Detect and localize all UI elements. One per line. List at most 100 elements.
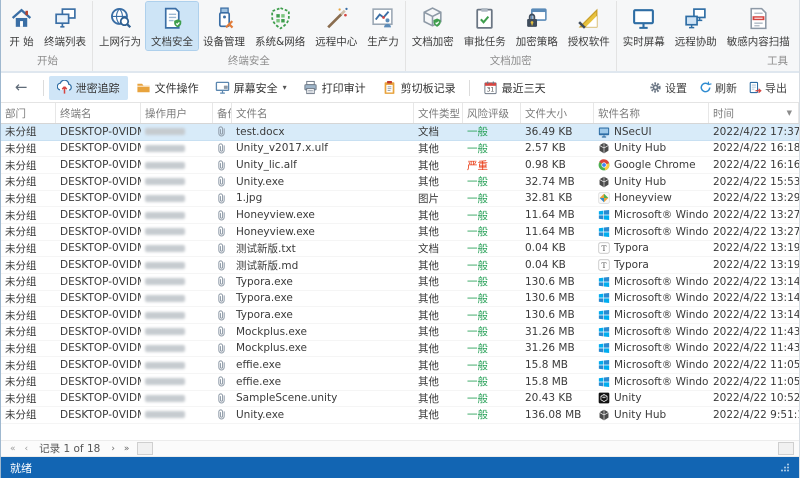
cell-type: 其他 bbox=[414, 174, 463, 190]
cell-app: NSecUI bbox=[594, 124, 709, 140]
table-row[interactable]: 未分组 DESKTOP-0VIDMDJ Honeyview.exe 其他 一般 11.64… bbox=[1, 223, 799, 241]
cell-user bbox=[141, 324, 213, 340]
column-header-backup[interactable]: 备份 bbox=[213, 103, 232, 123]
clipboard-record-icon bbox=[382, 80, 397, 95]
table-row[interactable]: 未分组 DESKTOP-0VIDMDJ effie.exe 其他 一般 15.8 MB Mi… bbox=[1, 373, 799, 391]
paperclip-icon[interactable] bbox=[215, 309, 228, 322]
ribbon-item-doc-security[interactable]: 文档安全 bbox=[145, 1, 199, 51]
paperclip-icon[interactable] bbox=[215, 375, 228, 388]
paperclip-icon[interactable] bbox=[215, 192, 228, 205]
cell-file: Typora.exe bbox=[232, 307, 414, 323]
ribbon-item-licensed-software[interactable]: 授权软件 bbox=[563, 2, 615, 50]
paperclip-icon[interactable] bbox=[215, 259, 228, 272]
action-refresh[interactable]: 刷新 bbox=[693, 77, 743, 99]
ribbon-item-terminal-list[interactable]: 终端列表 bbox=[39, 2, 91, 50]
column-header-app[interactable]: 软件名称 bbox=[594, 103, 709, 123]
paperclip-icon[interactable] bbox=[215, 209, 228, 222]
cell-risk: 一般 bbox=[463, 374, 521, 390]
risk-level-badge: 一般 bbox=[467, 326, 488, 339]
table-row[interactable]: 未分组 DESKTOP-0VIDMDJ test.docx 文档 一般 36.49 KB N… bbox=[1, 124, 799, 141]
ribbon-item-system-network[interactable]: 系统&网络 bbox=[250, 2, 310, 50]
pager-prev-button[interactable]: ‹ bbox=[21, 444, 33, 454]
column-header-time[interactable]: 时间 ▼ bbox=[709, 103, 799, 123]
table-row[interactable]: 未分组 DESKTOP-0VIDMDJ Typora.exe 其他 一般 130.6 MB… bbox=[1, 307, 799, 324]
paperclip-icon[interactable] bbox=[215, 225, 228, 238]
cell-terminal: DESKTOP-0VIDMDJ bbox=[56, 174, 141, 190]
paperclip-icon[interactable] bbox=[215, 125, 228, 138]
cell-text-dept: 未分组 bbox=[5, 342, 37, 355]
paperclip-icon[interactable] bbox=[215, 325, 228, 338]
toolbar-tab-file-operation[interactable]: 文件操作 bbox=[128, 76, 207, 100]
paperclip-icon[interactable] bbox=[215, 359, 228, 372]
filter-arrow-icon[interactable]: ▼ bbox=[787, 109, 794, 117]
cell-app: Microsoft® Windows® Oper... bbox=[594, 324, 709, 340]
back-arrow-icon[interactable]: ← bbox=[7, 78, 38, 98]
paperclip-icon[interactable] bbox=[215, 275, 228, 288]
table-row[interactable]: 未分组 DESKTOP-0VIDMDJ SampleScene.unity 其他 一般 2… bbox=[1, 390, 799, 408]
column-header-user[interactable]: 操作用户 bbox=[141, 103, 213, 123]
column-header-file[interactable]: 文件名 bbox=[232, 103, 414, 123]
ribbon-item-productivity[interactable]: 生产力 bbox=[362, 2, 404, 50]
paperclip-icon[interactable] bbox=[215, 392, 228, 405]
cell-type: 其他 bbox=[414, 374, 463, 390]
cell-text-file: SampleScene.unity bbox=[236, 392, 338, 405]
table-row[interactable]: 未分组 DESKTOP-0VIDMDJ 测试新版.txt 文档 一般 0.04 KB T Ty… bbox=[1, 240, 799, 258]
action-settings[interactable]: 设置 bbox=[643, 77, 693, 99]
column-header-type[interactable]: 文件类型 bbox=[414, 103, 463, 123]
cell-text-terminal: DESKTOP-0VIDMDJ bbox=[60, 209, 141, 222]
cell-dept: 未分组 bbox=[1, 324, 56, 340]
column-header-label: 文件名 bbox=[236, 107, 268, 120]
table-row[interactable]: 未分组 DESKTOP-0VIDMDJ 1.jpg 图片 一般 32.81 KB Honey… bbox=[1, 190, 799, 208]
ribbon-item-device-manage[interactable]: 设备管理 bbox=[198, 2, 250, 50]
column-header-size[interactable]: 文件大小 bbox=[521, 103, 594, 123]
cell-user bbox=[141, 141, 213, 157]
date-filter-button[interactable]: 31 最近三天 bbox=[475, 76, 554, 100]
column-header-dept[interactable]: 部门 bbox=[1, 103, 56, 123]
paperclip-icon[interactable] bbox=[215, 242, 228, 255]
ribbon-item-encrypt-policy[interactable]: 加密策略 bbox=[511, 2, 563, 50]
table-row[interactable]: 未分组 DESKTOP-0VIDMDJ Unity.exe 其他 一般 136.08 MB… bbox=[1, 407, 799, 424]
column-header-risk[interactable]: 风险评级 bbox=[463, 103, 521, 123]
action-export[interactable]: 导出 bbox=[743, 77, 793, 99]
toolbar-tab-screen-security[interactable]: 屏幕安全 ▾ bbox=[207, 76, 295, 100]
table-row[interactable]: 未分组 DESKTOP-0VIDMDJ Honeyview.exe 其他 一般 11.64… bbox=[1, 207, 799, 224]
table-row[interactable]: 未分组 DESKTOP-0VIDMDJ Mockplus.exe 其他 一般 31.26 … bbox=[1, 340, 799, 358]
table-row[interactable]: 未分组 DESKTOP-0VIDMDJ effie.exe 其他 一般 15.8 MB Mi… bbox=[1, 357, 799, 374]
toolbar-tab-print-audit[interactable]: 打印审计 bbox=[295, 76, 374, 100]
paperclip-icon[interactable] bbox=[215, 292, 228, 305]
table-row[interactable]: 未分组 DESKTOP-0VIDMDJ Mockplus.exe 其他 一般 31.26 … bbox=[1, 323, 799, 341]
ribbon-item-approval-task[interactable]: 审批任务 bbox=[459, 2, 511, 50]
pager-first-button[interactable]: « bbox=[6, 444, 20, 454]
pager-next-button[interactable]: › bbox=[107, 444, 119, 454]
paperclip-icon[interactable] bbox=[215, 408, 228, 421]
column-header-label: 风险评级 bbox=[467, 107, 509, 120]
column-header-terminal[interactable]: 终端名 bbox=[56, 103, 141, 123]
ribbon-item-library-template[interactable]: 库&模板 bbox=[795, 2, 800, 50]
ribbon-item-live-screen[interactable]: 实时屏幕 bbox=[618, 2, 670, 50]
ribbon-item-web-behavior[interactable]: 上网行为 bbox=[94, 2, 146, 50]
ribbon-item-home[interactable]: 开 始 bbox=[4, 2, 39, 50]
table-row[interactable]: 未分组 DESKTOP-0VIDMDJ 测试新版.md 其他 一般 0.04 KB T Typ… bbox=[1, 257, 799, 274]
paperclip-icon[interactable] bbox=[215, 175, 228, 188]
record-time: 2022/4/22 10:52:31 bbox=[713, 392, 799, 405]
ribbon-item-sensitive-scan[interactable]: 敏感内容扫描 bbox=[722, 2, 795, 50]
ribbon-item-label: 文档安全 bbox=[151, 36, 193, 48]
table-row[interactable]: 未分组 DESKTOP-0VIDMDJ Unity_lic.alf 其他 严重 0.98 … bbox=[1, 157, 799, 174]
ribbon-item-doc-encrypt[interactable]: 文档加密 bbox=[407, 2, 459, 50]
table-row[interactable]: 未分组 DESKTOP-0VIDMDJ Typora.exe 其他 一般 130.6 MB… bbox=[1, 290, 799, 308]
cell-type: 其他 bbox=[414, 307, 463, 323]
table-row[interactable]: 未分组 DESKTOP-0VIDMDJ Unity_v2017.x.ulf 其他 一般 2… bbox=[1, 140, 799, 158]
pager-page-size-box[interactable] bbox=[137, 442, 154, 455]
paperclip-icon[interactable] bbox=[215, 159, 228, 172]
table-row[interactable]: 未分组 DESKTOP-0VIDMDJ Unity.exe 其他 一般 32.74 MB U… bbox=[1, 173, 799, 191]
cell-terminal: DESKTOP-0VIDMDJ bbox=[56, 207, 141, 223]
ribbon-item-remote-assist[interactable]: 远程协助 bbox=[670, 2, 722, 50]
windows-icon bbox=[598, 276, 610, 288]
paperclip-icon[interactable] bbox=[215, 342, 228, 355]
toolbar-tab-clipboard-record[interactable]: 剪切板记录 bbox=[374, 76, 464, 100]
ribbon-item-remote-center[interactable]: 远程中心 bbox=[310, 2, 362, 50]
table-row[interactable]: 未分组 DESKTOP-0VIDMDJ Typora.exe 其他 一般 130.6 MB… bbox=[1, 273, 799, 291]
pager-last-button[interactable]: » bbox=[120, 444, 134, 454]
paperclip-icon[interactable] bbox=[215, 142, 228, 155]
toolbar-tab-leak-trace[interactable]: 泄密追踪 bbox=[48, 75, 128, 100]
